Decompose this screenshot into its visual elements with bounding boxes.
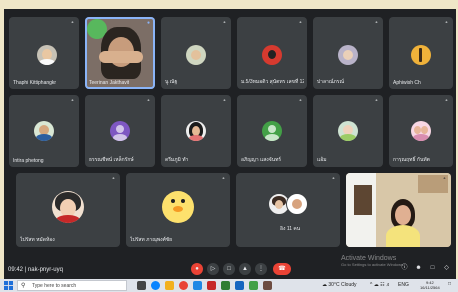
notification-icon[interactable]: □: [448, 281, 451, 287]
participant-name: อภิญญา แสงจันทร์: [241, 157, 282, 163]
mic-off-icon: ⚬: [222, 20, 227, 26]
taskbar-clock[interactable]: 9:42 16/11/2564: [420, 280, 440, 290]
participant-avatar: [34, 121, 54, 141]
meeting-time-code: 09:42 | nak-pnyr-uyq: [8, 267, 63, 273]
others-count: อิง 11 คน: [280, 226, 301, 232]
meeting-control-bar: 09:42 | nak-pnyr-uyq ● ▷ □ ▲ ⋮ ☎ ⓘ ☻ □ ◇…: [4, 253, 456, 279]
participant-avatar: [338, 45, 358, 65]
language-indicator[interactable]: ENG: [398, 282, 409, 288]
more-options-icon[interactable]: ⋮: [255, 263, 267, 275]
participant-avatar: [186, 45, 206, 65]
participant-tile[interactable]: ⚬ ดรีมภูมิ ทำ: [161, 95, 231, 167]
others-tile[interactable]: ⚬ อิง 11 คน: [236, 173, 340, 247]
excel-icon[interactable]: [249, 281, 258, 290]
participant-avatar: [162, 191, 194, 223]
participant-avatar: [262, 121, 282, 141]
mic-off-icon: ⚬: [374, 98, 379, 104]
participant-tile[interactable]: ⚬ ธรรณชีพน์ เหล็กรักษ์: [85, 95, 155, 167]
participant-tile-active[interactable]: ● Teerinan Jakthavit: [85, 17, 155, 89]
mic-off-icon: ⚬: [70, 98, 75, 104]
participant-name: ปาลาณ์ภรณ์: [317, 79, 345, 85]
weather-widget[interactable]: ☁ 30°C Cloudy: [322, 282, 357, 288]
participant-tile[interactable]: ⚬ นู ณัฐ: [161, 17, 231, 89]
mic-off-icon: ⚬: [444, 98, 449, 104]
participant-name: Thaphi Kittiphangkr: [13, 80, 57, 86]
participant-tile[interactable]: ⚬ Aphiwish Ch: [389, 17, 453, 89]
windows-taskbar: ⚲ Type here to search ☁ 30°C Cloudy ^ ☁ …: [0, 279, 458, 292]
self-view-tile[interactable]: ⚬: [346, 173, 451, 247]
participant-tile[interactable]: ⚬ ม.5/3หมอดิว สุนัตทร เลขที่ 12: [237, 17, 307, 89]
participant-name: แอ้ม: [317, 157, 327, 163]
taskbar-search-input[interactable]: ⚲ Type here to search: [17, 280, 127, 291]
mic-off-icon[interactable]: ●: [191, 263, 203, 275]
mic-off-icon: ⚬: [298, 98, 303, 104]
camera-icon[interactable]: ▷: [207, 263, 219, 275]
participant-tile[interactable]: ⚬ Intira phetong: [9, 95, 79, 167]
word-icon[interactable]: [235, 281, 244, 290]
meet-app-icon[interactable]: [221, 281, 230, 290]
participant-tile[interactable]: ⚬ แอ้ม: [313, 95, 383, 167]
mic-off-icon: ⚬: [374, 20, 379, 26]
participant-name: ม.5/3หมอดิว สุนัตทร เลขที่ 12: [241, 79, 304, 85]
mic-off-icon: ⚬: [298, 20, 303, 26]
task-view-icon[interactable]: [137, 281, 146, 290]
file-explorer-icon[interactable]: [165, 281, 174, 290]
mic-off-icon: ⚬: [221, 176, 226, 182]
mic-off-icon: ⚬: [222, 98, 227, 104]
mic-off-icon: ⚬: [331, 176, 336, 182]
participant-tile[interactable]: ⚬ Thaphi Kittiphangkr: [9, 17, 79, 89]
participant-tile[interactable]: ⚬ ไปรัสท ภาณุพงศ์ชัย: [126, 173, 230, 247]
windows-start-icon[interactable]: [4, 281, 13, 290]
chrome-icon[interactable]: [179, 281, 188, 290]
activate-windows-watermark: Activate Windows Go to Settings to activ…: [341, 255, 405, 267]
participant-name: การุณฤทธิ์ กันทัต: [393, 157, 430, 163]
participant-tile[interactable]: ⚬ อภิญญา แสงจันทร์: [237, 95, 307, 167]
participant-avatar: [411, 121, 431, 141]
app-icon[interactable]: [263, 281, 272, 290]
microphone-icon: ●: [146, 20, 151, 26]
mic-off-icon: ⚬: [111, 176, 116, 182]
participant-avatar: [110, 121, 130, 141]
meet-window: ⚬ Thaphi Kittiphangkr ● Teerinan Jakthav…: [4, 9, 456, 279]
chat-icon[interactable]: □: [428, 264, 437, 273]
participant-name: ดรีมภูมิ ทำ: [165, 157, 189, 163]
participant-avatar: [52, 191, 84, 223]
participant-avatar: [262, 45, 282, 65]
mic-off-icon: ⚬: [70, 20, 75, 26]
present-icon[interactable]: ▲: [239, 263, 251, 275]
participant-name: Intira phetong: [13, 158, 44, 164]
participant-avatar: [338, 121, 358, 141]
mic-off-icon: ⚬: [442, 176, 447, 182]
participant-name: ธรรณชีพน์ เหล็กรักษ์: [89, 157, 134, 163]
system-tray-icons[interactable]: ^ ☁ ☷ ♬: [370, 282, 391, 288]
edge-icon[interactable]: [151, 281, 160, 290]
participant-avatar: [411, 45, 431, 65]
participant-avatar: [286, 193, 308, 215]
participant-tile[interactable]: ⚬ ปาลาณ์ภรณ์: [313, 17, 383, 89]
people-icon[interactable]: ☻: [414, 264, 423, 273]
mail-icon[interactable]: [193, 281, 202, 290]
captions-icon[interactable]: □: [223, 263, 235, 275]
participant-name: ไปรัสท ภาณุพงศ์ชัย: [130, 237, 173, 243]
participant-tile[interactable]: ⚬ การุณฤทธิ์ กันทัต: [389, 95, 453, 167]
search-icon: ⚲: [21, 283, 26, 289]
end-call-icon[interactable]: ☎: [273, 263, 291, 275]
participant-name: นู ณัฐ: [165, 79, 178, 85]
participant-name: ไปรัสท หมัดห้อง: [20, 237, 55, 243]
participant-name: Aphiwish Ch: [393, 80, 421, 86]
participant-name: Teerinan Jakthavit: [89, 80, 130, 86]
activities-icon[interactable]: ◇: [442, 264, 451, 273]
participant-avatar: [186, 121, 206, 141]
app-icon[interactable]: [207, 281, 216, 290]
mic-off-icon: ⚬: [444, 20, 449, 26]
participant-avatar: [37, 45, 57, 65]
participant-tile[interactable]: ⚬ ไปรัสท หมัดห้อง: [16, 173, 120, 247]
mic-off-icon: ⚬: [146, 98, 151, 104]
